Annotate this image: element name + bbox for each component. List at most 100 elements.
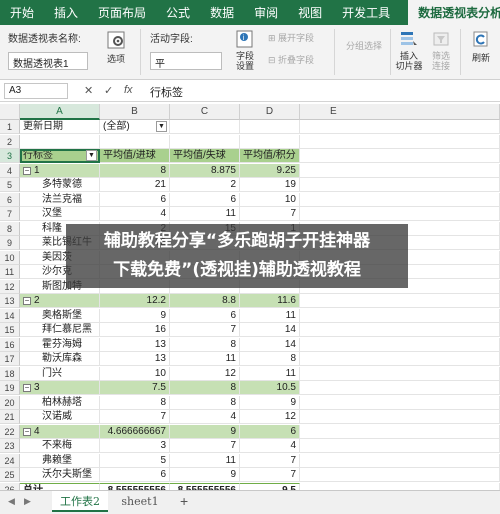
cell-b18[interactable]: 10 (100, 366, 170, 381)
row-header[interactable]: 18 (0, 366, 20, 381)
row-header[interactable]: 14 (0, 308, 20, 323)
row-header[interactable]: 2 (0, 134, 20, 149)
cell-c14[interactable]: 6 (170, 308, 240, 323)
expand-field-button[interactable]: ⊞ 展开字段 (268, 31, 332, 44)
cell-e4[interactable] (300, 163, 500, 178)
cell-c3[interactable]: 平均值/失球 (170, 149, 240, 163)
row-header[interactable]: 15 (0, 323, 20, 337)
row-header[interactable]: 4 (0, 163, 20, 178)
cell-c15[interactable]: 7 (170, 323, 240, 337)
cell-c4[interactable]: 8.875 (170, 163, 240, 178)
cell-b14[interactable]: 9 (100, 308, 170, 323)
cell-a6[interactable]: 法兰克福 (20, 192, 100, 207)
cell-c23[interactable]: 7 (170, 439, 240, 453)
cell-a1[interactable]: 更新日期 (20, 120, 100, 134)
cell-d14[interactable]: 11 (240, 308, 300, 323)
cell-d7[interactable]: 7 (240, 207, 300, 221)
cell-c2[interactable] (170, 134, 240, 149)
cell-d13[interactable]: 11.6 (240, 294, 300, 308)
fx-icon[interactable]: fx (124, 84, 133, 96)
cell-e3[interactable] (300, 149, 500, 163)
cell-d5[interactable]: 19 (240, 178, 300, 192)
cell-b17[interactable]: 13 (100, 352, 170, 366)
cell-d16[interactable]: 14 (240, 337, 300, 352)
row-header[interactable]: 9 (0, 236, 20, 250)
field-settings-button[interactable]: i 字段 设置 (228, 29, 262, 71)
cell-a18[interactable]: 门兴 (20, 366, 100, 381)
cell-e20[interactable] (300, 395, 500, 410)
cell-c5[interactable]: 2 (170, 178, 240, 192)
cell-d6[interactable]: 10 (240, 192, 300, 207)
cell-c16[interactable]: 8 (170, 337, 240, 352)
cell-c6[interactable]: 6 (170, 192, 240, 207)
cell-c13[interactable]: 8.8 (170, 294, 240, 308)
cell-c1[interactable] (170, 120, 240, 134)
cell-c7[interactable]: 11 (170, 207, 240, 221)
row-header[interactable]: 7 (0, 207, 20, 221)
cell-d15[interactable]: 14 (240, 323, 300, 337)
cell-b23[interactable]: 3 (100, 439, 170, 453)
cell-e13[interactable] (300, 294, 500, 308)
group-selection-button[interactable]: 分组选择 (340, 39, 388, 52)
cell-d19[interactable]: 10.5 (240, 381, 300, 395)
cell-b6[interactable]: 6 (100, 192, 170, 207)
row-header[interactable]: 21 (0, 410, 20, 424)
cell-d18[interactable]: 11 (240, 366, 300, 381)
refresh-button[interactable]: 刷新 (466, 29, 496, 64)
cell-a5[interactable]: 多特蒙德 (20, 178, 100, 192)
row-header[interactable]: 5 (0, 178, 20, 192)
cell-e25[interactable] (300, 468, 500, 482)
cell-e19[interactable] (300, 381, 500, 395)
cell-d2[interactable] (240, 134, 300, 149)
cell-c17[interactable]: 11 (170, 352, 240, 366)
cell-a13[interactable]: −2 (20, 294, 100, 308)
column-header-e[interactable]: E (300, 104, 500, 120)
cell-d23[interactable]: 4 (240, 439, 300, 453)
cell-d4[interactable]: 9.25 (240, 163, 300, 178)
cell-a24[interactable]: 弗赖堡 (20, 453, 100, 468)
tab-data[interactable]: 数据 (200, 0, 244, 25)
cell-d17[interactable]: 8 (240, 352, 300, 366)
cell-e17[interactable] (300, 352, 500, 366)
filter-dropdown-icon[interactable]: ▼ (86, 150, 97, 161)
row-header[interactable]: 1 (0, 120, 20, 134)
row-header[interactable]: 11 (0, 265, 20, 279)
tab-page-layout[interactable]: 页面布局 (88, 0, 156, 25)
filter-dropdown-icon[interactable]: ▼ (156, 121, 167, 132)
cell-e2[interactable] (300, 134, 500, 149)
cell-a16[interactable]: 霍芬海姆 (20, 337, 100, 352)
tab-developer[interactable]: 开发工具 (332, 0, 400, 25)
cell-e1[interactable] (300, 120, 500, 134)
cell-b25[interactable]: 6 (100, 468, 170, 482)
collapse-field-button[interactable]: ⊟ 折叠字段 (268, 53, 332, 66)
collapse-group-icon[interactable]: − (23, 297, 31, 305)
enter-icon[interactable]: ✓ (104, 84, 113, 97)
cell-b5[interactable]: 21 (100, 178, 170, 192)
cell-c20[interactable]: 8 (170, 395, 240, 410)
row-header[interactable]: 8 (0, 221, 20, 236)
cell-a17[interactable]: 勒沃库森 (20, 352, 100, 366)
tab-formulas[interactable]: 公式 (156, 0, 200, 25)
pivot-name-input[interactable]: 数据透视表1 (8, 52, 88, 70)
row-header[interactable]: 3 (0, 149, 20, 163)
name-box[interactable]: A3 (4, 83, 68, 99)
prev-sheet-icon[interactable]: ◀ (8, 496, 15, 507)
collapse-group-icon[interactable]: − (23, 427, 31, 436)
cell-c22[interactable]: 9 (170, 424, 240, 439)
row-header[interactable]: 16 (0, 337, 20, 352)
filter-connections-button[interactable]: 筛选 连接 (426, 29, 456, 71)
cell-b15[interactable]: 16 (100, 323, 170, 337)
cell-a25[interactable]: 沃尔夫斯堡 (20, 468, 100, 482)
cell-d21[interactable]: 12 (240, 410, 300, 424)
cell-b20[interactable]: 8 (100, 395, 170, 410)
cell-e5[interactable] (300, 178, 500, 192)
cell-e21[interactable] (300, 410, 500, 424)
row-header[interactable]: 23 (0, 439, 20, 453)
cell-a3[interactable]: 行标签 ▼ (20, 149, 100, 163)
cell-b22[interactable]: 4.666666667 (100, 424, 170, 439)
cell-b21[interactable]: 7 (100, 410, 170, 424)
tab-home[interactable]: 开始 (0, 0, 44, 25)
cell-a14[interactable]: 奥格斯堡 (20, 308, 100, 323)
formula-input[interactable]: 行标签 (150, 84, 183, 100)
column-header-a[interactable]: A (20, 104, 100, 120)
